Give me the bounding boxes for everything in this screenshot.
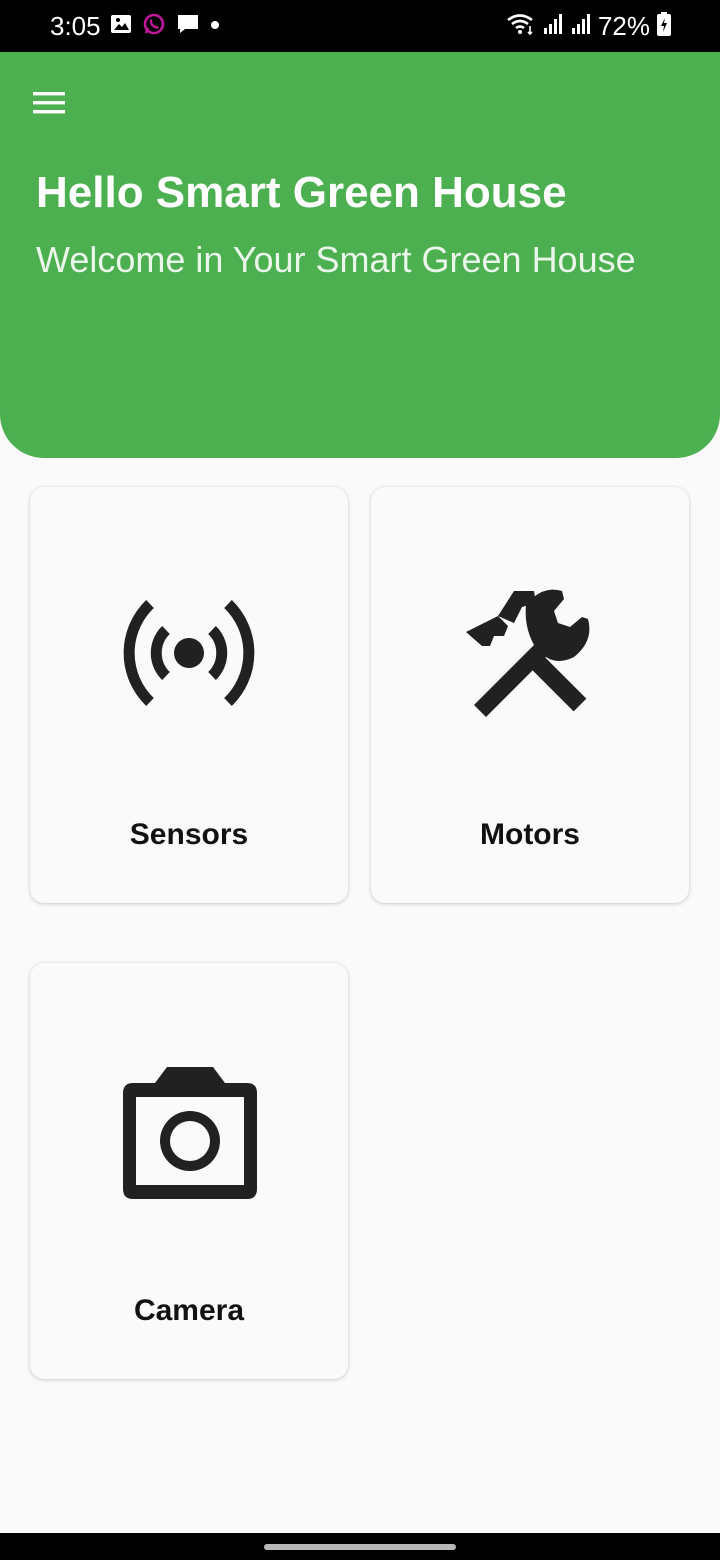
signal-icon: [570, 13, 592, 40]
signal-icon: [542, 13, 564, 40]
motors-card[interactable]: Motors: [371, 487, 689, 903]
status-right: 72%: [506, 9, 672, 43]
status-time: 3:05: [50, 11, 101, 41]
hamburger-menu-icon: [33, 92, 65, 114]
page-subtitle: Welcome in Your Smart Green House: [36, 239, 636, 280]
whatsapp-icon: [142, 12, 166, 41]
tools-wrench-hammer-icon: [466, 589, 590, 717]
camera-icon: [123, 1067, 257, 1199]
header: Hello Smart Green House Welcome in Your …: [0, 52, 720, 458]
navigation-bar: [0, 1533, 720, 1560]
sensors-card[interactable]: Sensors: [30, 487, 348, 903]
sensors-broadcast-icon: [123, 600, 255, 706]
camera-label: Camera: [133, 1294, 245, 1327]
menu-button[interactable]: [24, 80, 74, 126]
page-title: Hello Smart Green House: [36, 168, 567, 217]
gallery-icon: [110, 13, 132, 40]
notification-icons: [110, 12, 220, 40]
home-gesture-handle[interactable]: [264, 1544, 456, 1550]
dot-icon: [210, 17, 220, 35]
status-bar: 3:05 72%: [0, 0, 720, 52]
message-icon: [176, 12, 200, 41]
camera-card[interactable]: Camera: [30, 963, 348, 1379]
sensors-label: Sensors: [129, 818, 249, 851]
battery-percent: 72%: [597, 11, 650, 41]
wifi-icon: [506, 12, 536, 41]
motors-label: Motors: [480, 818, 580, 851]
battery-charging-icon: [656, 11, 672, 42]
